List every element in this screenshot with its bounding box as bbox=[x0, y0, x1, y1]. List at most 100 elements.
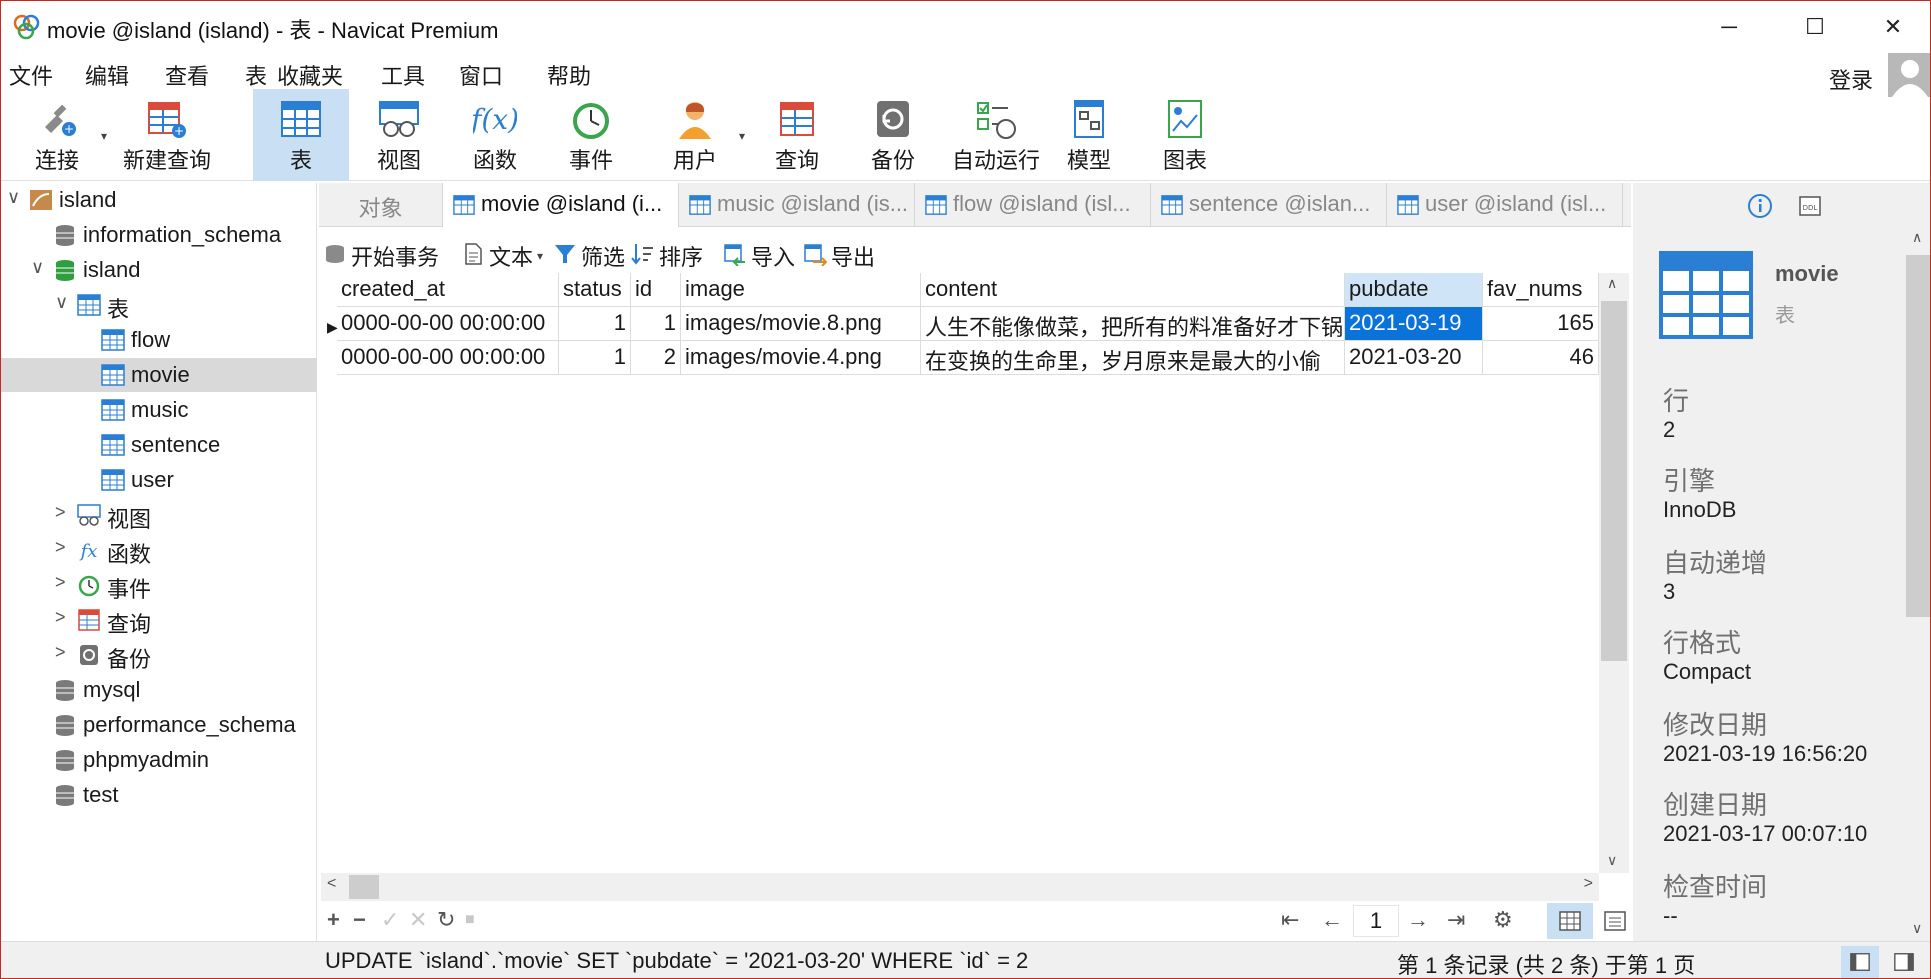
scroll-right-icon[interactable]: > bbox=[1584, 875, 1593, 893]
collapse-icon[interactable]: ∨ bbox=[31, 257, 44, 278]
tree-node-database-performance-schema[interactable]: performance_schema bbox=[1, 708, 317, 742]
column-header-fav-nums[interactable]: fav_nums bbox=[1483, 273, 1599, 307]
stop-button[interactable]: ■ bbox=[465, 911, 475, 929]
import-button[interactable]: 导入 bbox=[723, 239, 799, 270]
sort-button[interactable]: 排序 bbox=[631, 239, 707, 270]
toolbar-connect-button[interactable]: + 连接 bbox=[13, 89, 101, 181]
collapse-icon[interactable]: ∨ bbox=[55, 292, 68, 313]
table-cell[interactable]: 46 bbox=[1483, 341, 1599, 375]
tree-node-functions-group[interactable]: > fx 函数 bbox=[1, 533, 317, 567]
tree-node-table-user[interactable]: user bbox=[1, 463, 317, 497]
menu-view[interactable]: 查看 bbox=[165, 59, 209, 91]
tab-music[interactable]: music @island (is... bbox=[679, 183, 915, 227]
tree-node-table-music[interactable]: music bbox=[1, 393, 317, 427]
tree-node-database-phpmyadmin[interactable]: phpmyadmin bbox=[1, 743, 317, 777]
menu-table[interactable]: 表 bbox=[245, 59, 267, 91]
scroll-up-icon[interactable]: ∧ bbox=[1912, 229, 1922, 246]
page-number-input[interactable]: 1 bbox=[1353, 905, 1399, 937]
tree-node-table-flow[interactable]: flow bbox=[1, 323, 317, 357]
previous-page-button[interactable]: ← bbox=[1321, 907, 1343, 933]
tree-node-tables-group[interactable]: ∨ 表 bbox=[1, 288, 317, 322]
table-cell-selected[interactable]: 2021-03-19 bbox=[1345, 307, 1483, 341]
maximize-button[interactable]: ☐ bbox=[1773, 1, 1857, 53]
column-header-content[interactable]: content bbox=[921, 273, 1345, 307]
refresh-button[interactable]: ↻ bbox=[437, 907, 455, 933]
scrollbar-thumb[interactable] bbox=[1906, 255, 1930, 617]
toggle-left-panel-button[interactable] bbox=[1841, 946, 1879, 978]
text-view-button[interactable]: 文本 bbox=[461, 239, 545, 270]
toolbar-view-button[interactable]: 视图 bbox=[355, 89, 443, 181]
column-header-image[interactable]: image bbox=[681, 273, 921, 307]
scroll-left-icon[interactable]: < bbox=[327, 875, 336, 893]
discard-changes-button[interactable]: ✕ bbox=[409, 907, 427, 933]
info-icon[interactable] bbox=[1747, 193, 1773, 219]
apply-changes-button[interactable]: ✓ bbox=[381, 907, 399, 933]
toolbar-table-button[interactable]: 表 bbox=[253, 89, 349, 181]
begin-transaction-button[interactable]: 开始事务 bbox=[323, 239, 439, 270]
column-header-created-at[interactable]: created_at bbox=[337, 273, 559, 307]
toolbar-chart-button[interactable]: 图表 bbox=[1141, 89, 1229, 181]
add-record-button[interactable]: + bbox=[327, 907, 340, 933]
export-button[interactable]: 导出 bbox=[803, 239, 879, 270]
close-button[interactable]: ✕ bbox=[1851, 1, 1930, 53]
info-panel-scrollbar[interactable]: ∧ ∨ bbox=[1904, 227, 1930, 941]
toggle-right-panel-button[interactable] bbox=[1885, 946, 1923, 978]
tree-node-connection-island[interactable]: ∨ island bbox=[1, 183, 317, 217]
menu-tools[interactable]: 工具 bbox=[381, 59, 425, 91]
tab-user[interactable]: user @island (isl... bbox=[1387, 183, 1623, 227]
scroll-down-icon[interactable]: ∨ bbox=[1607, 852, 1617, 869]
tree-node-queries-group[interactable]: > 查询 bbox=[1, 603, 317, 637]
settings-button[interactable]: ⚙ bbox=[1493, 907, 1513, 933]
column-header-id[interactable]: id bbox=[631, 273, 681, 307]
toolbar-event-button[interactable]: 事件 bbox=[547, 89, 635, 181]
grid-horizontal-scrollbar[interactable]: < > bbox=[321, 873, 1599, 901]
table-cell[interactable]: 1 bbox=[631, 307, 681, 341]
tab-flow[interactable]: flow @island (isl... bbox=[915, 183, 1151, 227]
expand-icon[interactable]: > bbox=[55, 607, 66, 628]
scroll-up-icon[interactable]: ∧ bbox=[1607, 275, 1617, 292]
tree-node-database-mysql[interactable]: mysql bbox=[1, 673, 317, 707]
table-cell[interactable]: 在变换的生命里，岁月原来是最大的小偷 bbox=[921, 341, 1345, 375]
tree-node-backups-group[interactable]: > 备份 bbox=[1, 638, 317, 672]
tree-node-table-sentence[interactable]: sentence bbox=[1, 428, 317, 462]
expand-icon[interactable]: > bbox=[55, 537, 66, 558]
connect-dropdown-icon[interactable]: ▾ bbox=[101, 129, 107, 143]
column-header-status[interactable]: status bbox=[559, 273, 631, 307]
tree-node-views-group[interactable]: > 视图 bbox=[1, 498, 317, 532]
scrollbar-thumb[interactable] bbox=[349, 875, 379, 899]
toolbar-autorun-button[interactable]: 自动运行 bbox=[945, 89, 1047, 181]
table-cell[interactable]: 人生不能像做菜，把所有的料准备好才下锅 bbox=[921, 307, 1345, 341]
table-cell[interactable]: 2 bbox=[631, 341, 681, 375]
tree-node-database-test[interactable]: test bbox=[1, 778, 317, 812]
toolbar-user-button[interactable]: 用户 bbox=[651, 89, 739, 181]
last-page-button[interactable]: ⇥ bbox=[1447, 907, 1465, 933]
table-cell[interactable]: 165 bbox=[1483, 307, 1599, 341]
user-dropdown-icon[interactable]: ▾ bbox=[739, 129, 745, 143]
scrollbar-thumb[interactable] bbox=[1601, 301, 1627, 661]
toolbar-function-button[interactable]: f(x) 函数 bbox=[451, 89, 539, 181]
first-page-button[interactable]: ⇤ bbox=[1281, 907, 1299, 933]
toolbar-new-query-button[interactable]: + 新建查询 bbox=[111, 89, 223, 181]
tab-movie[interactable]: movie @island (i... bbox=[443, 183, 679, 227]
table-cell[interactable]: 1 bbox=[559, 341, 631, 375]
filter-button[interactable]: 筛选 bbox=[553, 239, 629, 270]
menu-file[interactable]: 文件 bbox=[9, 59, 53, 91]
form-view-button[interactable] bbox=[1595, 903, 1635, 939]
column-header-pubdate[interactable]: pubdate bbox=[1345, 273, 1483, 307]
tree-node-database-island[interactable]: ∨ island bbox=[1, 253, 317, 287]
table-cell[interactable]: 2021-03-20 bbox=[1345, 341, 1483, 375]
expand-icon[interactable]: > bbox=[55, 502, 66, 523]
grid-vertical-scrollbar[interactable]: ∧ ∨ bbox=[1599, 273, 1629, 873]
scroll-down-icon[interactable]: ∨ bbox=[1912, 920, 1922, 937]
collapse-icon[interactable]: ∨ bbox=[7, 187, 20, 208]
tree-node-table-movie[interactable]: movie bbox=[1, 358, 317, 392]
toolbar-backup-button[interactable]: 备份 bbox=[849, 89, 937, 181]
menu-favorites[interactable]: 收藏夹 bbox=[277, 59, 343, 91]
tree-node-events-group[interactable]: > 事件 bbox=[1, 568, 317, 602]
table-cell[interactable]: images/movie.4.png bbox=[681, 341, 921, 375]
tab-objects[interactable]: 对象 bbox=[319, 183, 443, 227]
toolbar-query-button[interactable]: 查询 bbox=[753, 89, 841, 181]
table-cell[interactable]: 0000-00-00 00:00:00 bbox=[337, 307, 559, 341]
delete-record-button[interactable]: − bbox=[353, 907, 366, 933]
table-cell[interactable]: 0000-00-00 00:00:00 bbox=[337, 341, 559, 375]
